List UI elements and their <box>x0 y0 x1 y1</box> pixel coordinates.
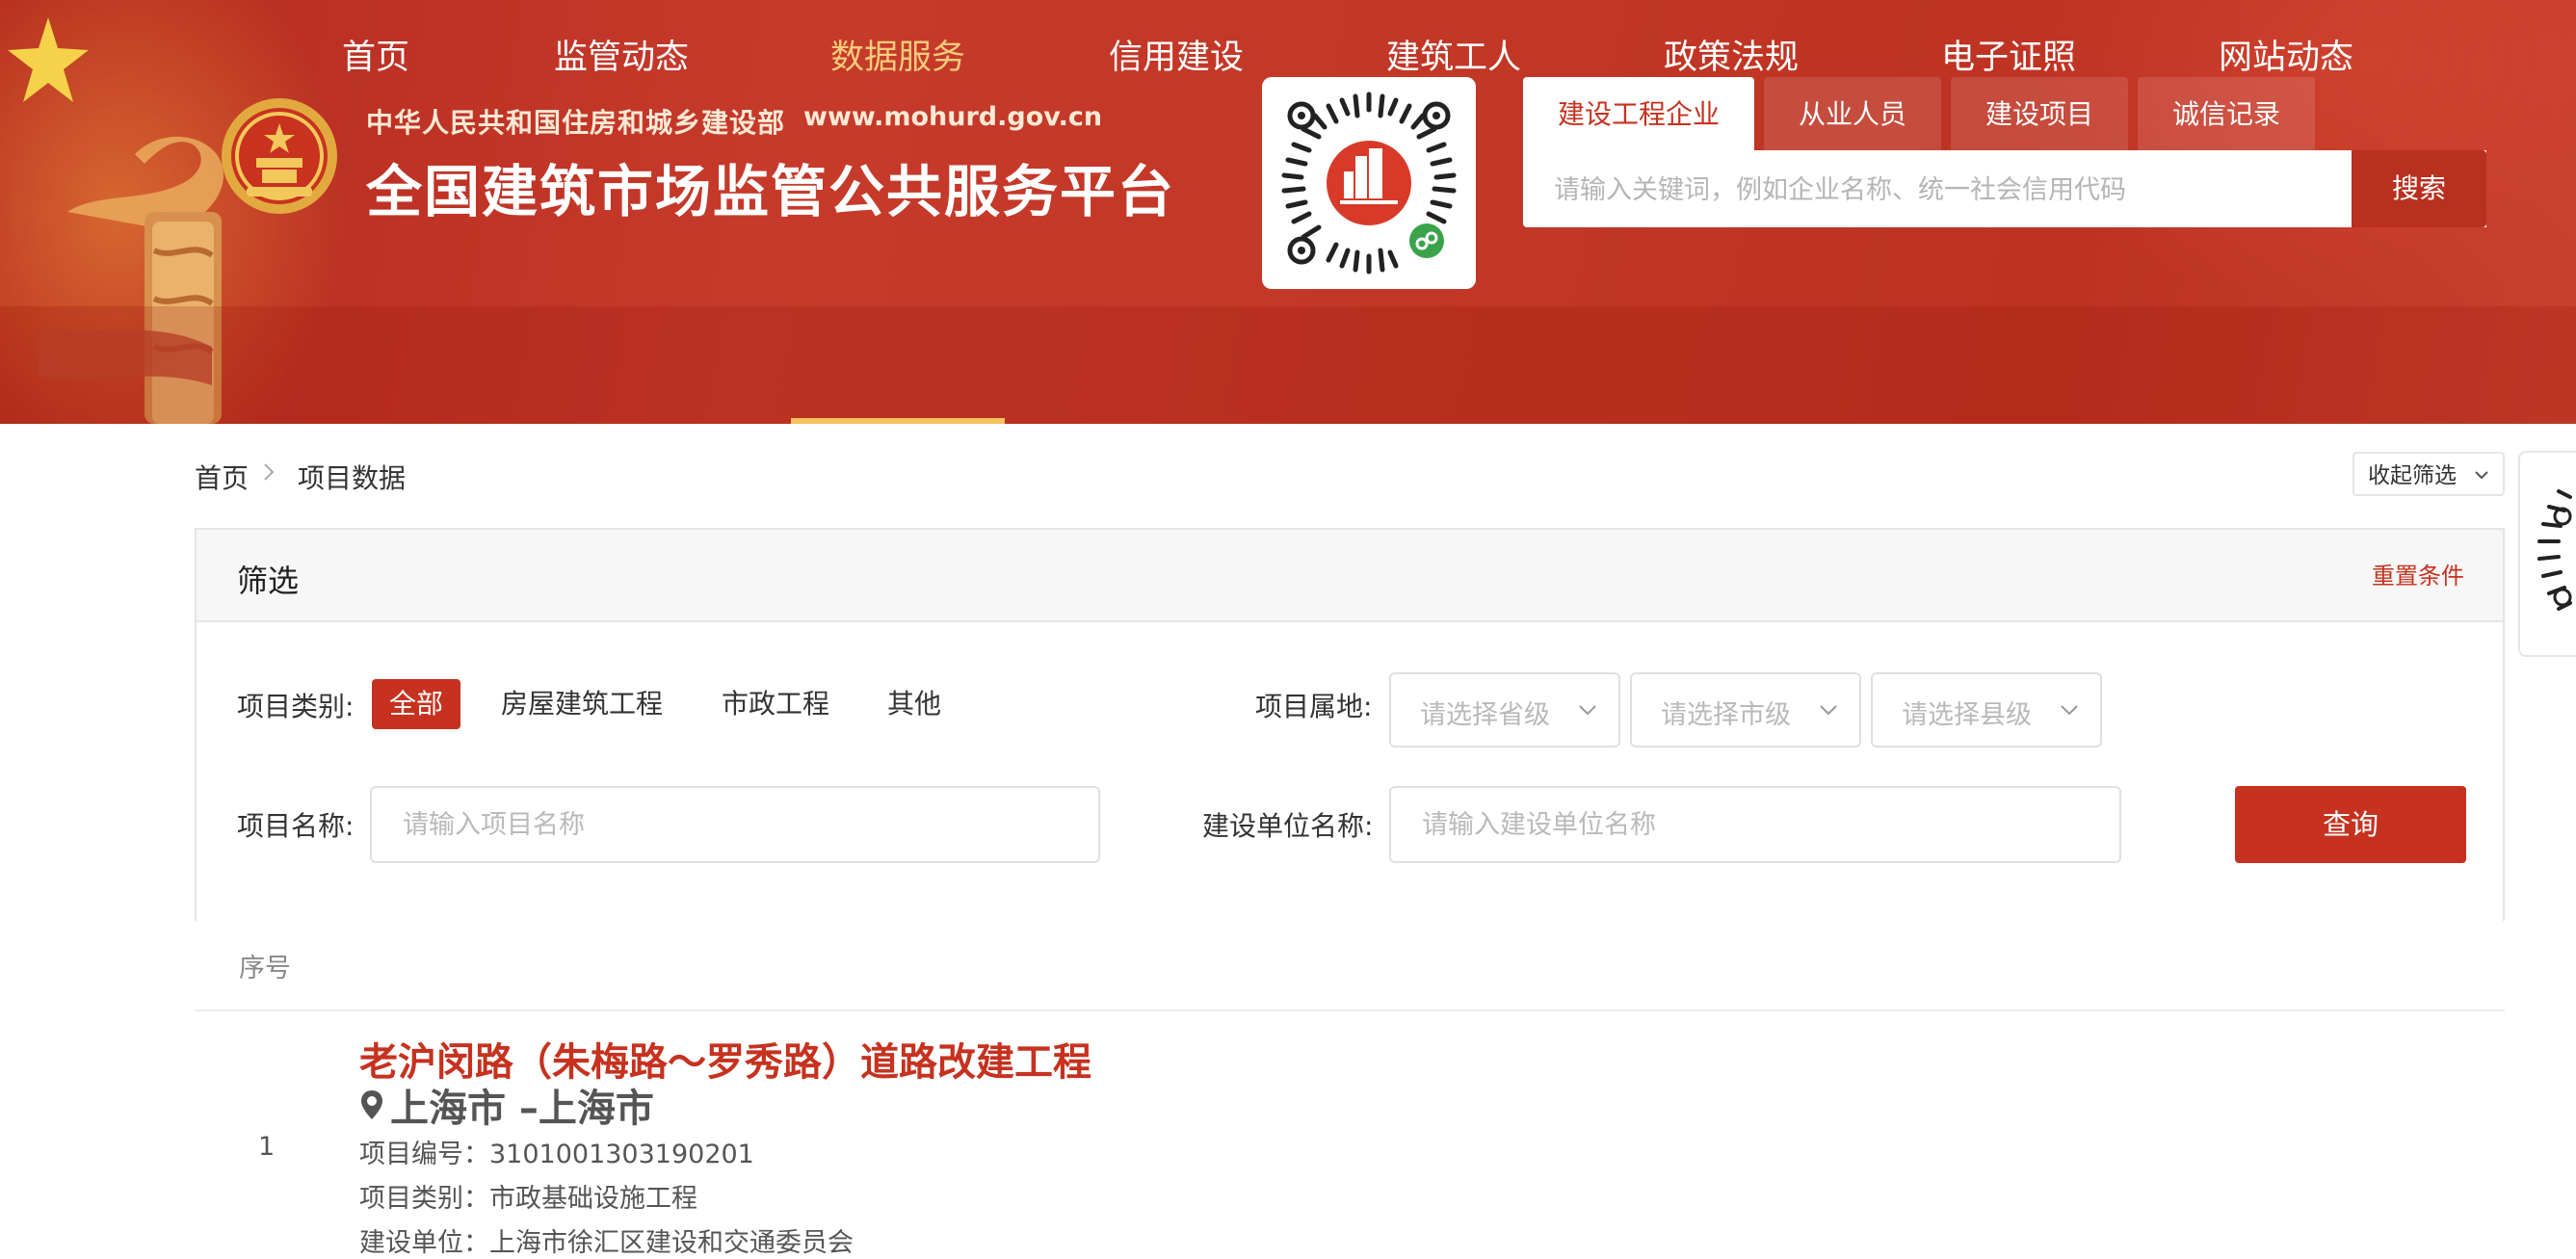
nav-item-supervision[interactable]: 监管动态 <box>539 0 703 118</box>
builder-name-input[interactable] <box>1389 786 2121 863</box>
site-title[interactable]: 全国建筑市场监管公共服务平台 <box>366 146 1175 227</box>
city-select-placeholder: 请选择市级 <box>1661 700 1791 730</box>
breadcrumb-current: 项目数据 <box>298 462 407 494</box>
row-index: 1 <box>258 1132 276 1162</box>
flag-star-icon <box>8 17 89 102</box>
project-location-text: 上海市 –上海市 <box>390 1087 654 1131</box>
nav-item-site-news[interactable]: 网站动态 <box>2204 0 2368 118</box>
filter-title: 筛选 <box>237 563 300 599</box>
national-emblem-icon <box>222 98 337 214</box>
project-name-label: 项目名称: <box>237 810 355 842</box>
project-location-label: 项目属地: <box>1255 691 1373 722</box>
nav-item-policy[interactable]: 政策法规 <box>1649 0 1813 118</box>
nav-active-indicator <box>791 418 1005 424</box>
nav-item-data-service[interactable]: 数据服务 <box>816 0 980 118</box>
floating-qr-code[interactable] <box>2518 451 2576 657</box>
nav-item-e-license[interactable]: 电子证照 <box>1927 0 2090 118</box>
type-option-other[interactable]: 其他 <box>887 679 941 729</box>
collapse-filter-button[interactable]: 收起筛选 <box>2353 452 2505 496</box>
province-select-placeholder: 请选择省级 <box>1420 700 1550 730</box>
city-select[interactable]: 请选择市级 <box>1630 672 1861 748</box>
project-code: 项目编号：3101001303190201 <box>359 1140 754 1169</box>
builder-name-label: 建设单位名称: <box>1202 810 1374 842</box>
county-select-placeholder: 请选择县级 <box>1902 700 2032 730</box>
divider <box>195 1010 2505 1011</box>
reset-conditions-link[interactable]: 重置条件 <box>2372 557 2464 590</box>
main-nav <box>0 306 2576 424</box>
project-category: 项目类别：市政基础设施工程 <box>359 1184 697 1214</box>
project-type-label: 项目类别: <box>237 691 355 722</box>
search-input[interactable] <box>1552 150 2404 229</box>
filter-panel: 筛选 重置条件 项目类别: 全部 房屋建筑工程 市政工程 其他 项目属地: 请选… <box>195 528 2505 921</box>
filter-header: 筛选 重置条件 <box>197 530 2503 622</box>
site-header: 中华人民共和国住房和城乡建设部 www.mohurd.gov.cn 全国建筑市场… <box>0 0 2576 424</box>
qr-code-icon <box>2537 489 2572 611</box>
nav-item-credit[interactable]: 信用建设 <box>1094 0 1258 118</box>
chevron-down-icon <box>2061 705 2078 716</box>
breadcrumb-home[interactable]: 首页 <box>195 458 249 496</box>
location-pin-icon <box>361 1090 382 1119</box>
chevron-down-icon <box>2475 471 2488 480</box>
type-option-municipal[interactable]: 市政工程 <box>722 679 829 729</box>
collapse-filter-label: 收起筛选 <box>2368 463 2457 488</box>
search-button[interactable]: 搜索 <box>2352 150 2486 227</box>
chevron-right-icon <box>264 463 275 481</box>
county-select[interactable]: 请选择县级 <box>1871 672 2102 748</box>
search-box <box>1523 150 2486 229</box>
column-header-index: 序号 <box>239 954 291 984</box>
chevron-down-icon <box>1579 705 1596 716</box>
project-builder: 建设单位：上海市徐汇区建设和交通委员会 <box>359 1228 854 1258</box>
nav-item-workers[interactable]: 建筑工人 <box>1372 0 1536 118</box>
query-button[interactable]: 查询 <box>2235 786 2466 863</box>
type-option-all[interactable]: 全部 <box>372 679 461 729</box>
nav-item-home[interactable]: 首页 <box>328 0 424 118</box>
province-select[interactable]: 请选择省级 <box>1389 672 1620 748</box>
type-option-housing[interactable]: 房屋建筑工程 <box>501 679 663 729</box>
project-name-input[interactable] <box>370 786 1100 863</box>
chevron-down-icon <box>1820 705 1837 716</box>
